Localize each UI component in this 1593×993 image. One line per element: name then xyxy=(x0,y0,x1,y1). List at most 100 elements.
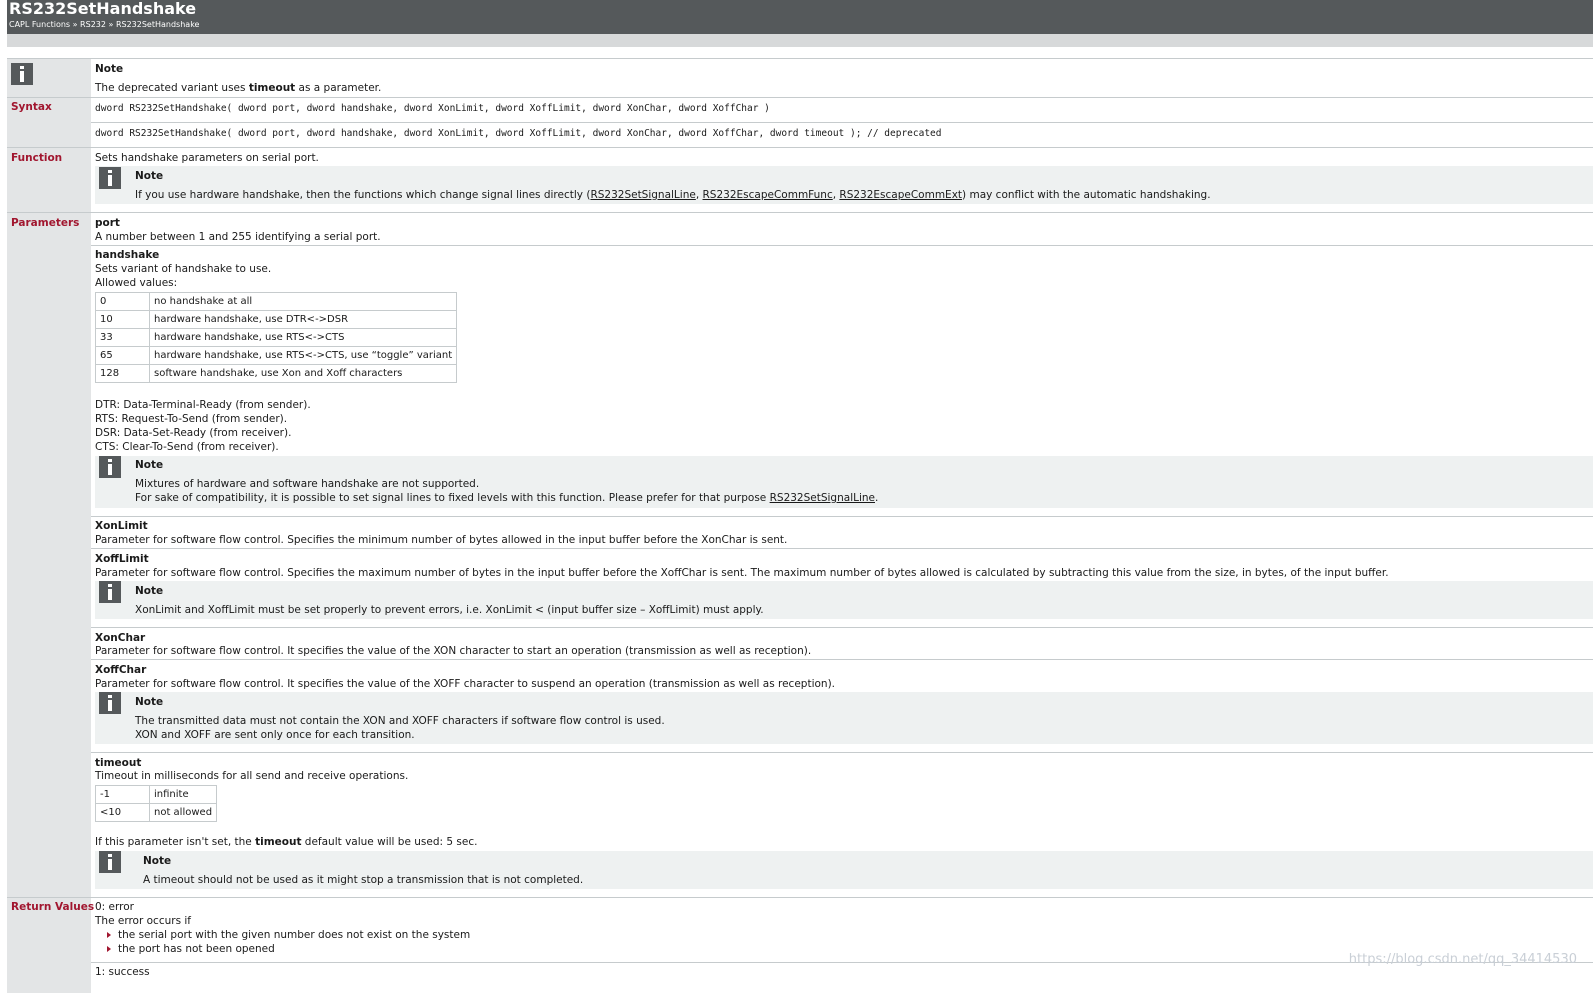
divider xyxy=(91,122,1593,123)
table-row: 0 no handshake at all xyxy=(95,292,458,311)
note-title: Note xyxy=(135,459,164,471)
bullet-icon xyxy=(107,946,111,952)
syntax-line-deprecated: dword RS232SetHandshake( dword port, dwo… xyxy=(95,128,942,139)
param-name-handshake: handshake xyxy=(95,249,160,261)
table-cell-meaning: infinite xyxy=(148,785,218,804)
table-row: <10 not allowed xyxy=(95,803,218,822)
divider xyxy=(7,212,1593,213)
syntax-line: dword RS232SetHandshake( dword port, dwo… xyxy=(95,103,770,114)
table-cell-value: <10 xyxy=(95,803,150,822)
table-cell-meaning: hardware handshake, use DTR<->DSR xyxy=(148,310,458,329)
timeout-default-text: If this parameter isn't set, the timeout… xyxy=(95,836,478,848)
info-icon xyxy=(99,581,121,603)
section-label-syntax: Syntax xyxy=(11,101,52,113)
divider xyxy=(7,897,1593,898)
param-desc-xonchar: Parameter for software flow control. It … xyxy=(95,645,812,657)
info-icon xyxy=(11,63,33,85)
note-title: Note xyxy=(135,585,164,597)
note-title: Note xyxy=(143,855,172,867)
note-text: XonLimit and XoffLimit must be set prope… xyxy=(135,604,764,616)
info-icon xyxy=(99,456,121,478)
param-name-xofflimit: XoffLimit xyxy=(95,553,149,565)
param-name-port: port xyxy=(95,217,120,229)
table-cell-meaning: not allowed xyxy=(148,803,218,822)
function-description: Sets handshake parameters on serial port… xyxy=(95,152,319,164)
table-row: -1 infinite xyxy=(95,785,218,804)
divider xyxy=(7,147,1593,148)
param-name-xoffchar: XoffChar xyxy=(95,664,147,676)
table-cell-value: 0 xyxy=(95,292,150,311)
table-row: 128 software handshake, use Xon and Xoff … xyxy=(95,364,458,383)
return-error: 0: error xyxy=(95,901,134,913)
breadcrumb[interactable]: CAPL Functions » RS232 » RS232SetHandsha… xyxy=(9,20,199,30)
table-cell-meaning: hardware handshake, use RTS<->CTS xyxy=(148,328,458,347)
info-icon xyxy=(99,851,121,873)
note-text: XON and XOFF are sent only once for each… xyxy=(135,729,415,741)
note-text: The transmitted data must not contain th… xyxy=(135,715,665,727)
note-text: Mixtures of hardware and software handsh… xyxy=(135,478,480,490)
link-rs232setsignalline[interactable]: RS232SetSignalLine xyxy=(590,189,695,201)
allowed-values-label: Allowed values: xyxy=(95,277,178,289)
param-desc-xonlimit: Parameter for software flow control. Spe… xyxy=(95,534,788,546)
table-cell-value: 33 xyxy=(95,328,150,347)
table-row: 10 hardware handshake, use DTR<->DSR xyxy=(95,310,458,329)
return-error-occurs: The error occurs if xyxy=(95,915,191,927)
param-desc-timeout: Timeout in milliseconds for all send and… xyxy=(95,770,409,782)
divider xyxy=(7,58,1593,59)
label-column xyxy=(7,59,91,993)
page-title: RS232SetHandshake xyxy=(9,0,197,18)
watermark: https://blog.csdn.net/qq_34414530 xyxy=(1348,952,1577,967)
note-title: Note xyxy=(135,170,164,182)
link-rs232escapecommext[interactable]: RS232EscapeCommExt xyxy=(839,189,962,201)
divider xyxy=(91,245,1593,246)
divider xyxy=(91,548,1593,549)
page-header: RS232SetHandshake CAPL Functions » RS232… xyxy=(7,0,1593,34)
note-title: Note xyxy=(95,63,124,75)
table-cell-meaning: software handshake, use Xon and Xoff cha… xyxy=(148,364,458,383)
list-item: the serial port with the given number do… xyxy=(118,929,471,941)
list-item: the port has not been opened xyxy=(118,943,275,955)
header-subbar xyxy=(7,34,1593,47)
table-cell-value: 128 xyxy=(95,364,150,383)
divider xyxy=(91,516,1593,517)
note-text: For sake of compatibility, it is possibl… xyxy=(135,492,879,504)
divider xyxy=(91,752,1593,753)
section-label-function: Function xyxy=(11,152,63,164)
note-box: Note A timeout should not be used as it … xyxy=(95,851,1593,889)
abbreviation-line: DSR: Data-Set-Ready (from receiver). xyxy=(95,427,292,439)
table-cell-value: 65 xyxy=(95,346,150,365)
table-row: 65 hardware handshake, use RTS<->CTS, use… xyxy=(95,346,458,365)
note-title: Note xyxy=(135,696,164,708)
param-desc-port: A number between 1 and 255 identifying a… xyxy=(95,231,381,243)
abbreviation-line: DTR: Data-Terminal-Ready (from sender). xyxy=(95,399,311,411)
note-box: Note XonLimit and XoffLimit must be set … xyxy=(95,581,1593,619)
note-text: If you use hardware handshake, then the … xyxy=(135,189,1211,201)
param-desc-xoffchar: Parameter for software flow control. It … xyxy=(95,678,835,690)
table-cell-meaning: no handshake at all xyxy=(148,292,458,311)
note-box: Note The transmitted data must not conta… xyxy=(95,692,1593,744)
param-name-xonlimit: XonLimit xyxy=(95,520,148,532)
divider xyxy=(91,659,1593,660)
info-icon xyxy=(99,167,121,189)
note-text: The deprecated variant uses timeout as a… xyxy=(95,82,382,94)
link-rs232escapecommfunc[interactable]: RS232EscapeCommFunc xyxy=(703,189,833,201)
section-label-return-values: Return Values xyxy=(11,901,95,913)
param-name-timeout: timeout xyxy=(95,757,142,769)
bullet-icon xyxy=(107,932,111,938)
link-rs232setsignalline[interactable]: RS232SetSignalLine xyxy=(770,492,875,504)
note-box: Note Mixtures of hardware and software h… xyxy=(95,456,1593,508)
table-cell-meaning: hardware handshake, use RTS<->CTS, use “… xyxy=(148,346,458,365)
divider xyxy=(91,627,1593,628)
param-desc-xofflimit: Parameter for software flow control. Spe… xyxy=(95,567,1389,579)
divider xyxy=(7,97,1593,98)
note-box: Note If you use hardware handshake, then… xyxy=(95,166,1593,204)
section-label-parameters: Parameters xyxy=(11,217,80,229)
table-row: 33 hardware handshake, use RTS<->CTS xyxy=(95,328,458,347)
return-success: 1: success xyxy=(95,966,150,978)
param-desc-handshake: Sets variant of handshake to use. xyxy=(95,263,272,275)
abbreviation-line: CTS: Clear-To-Send (from receiver). xyxy=(95,441,279,453)
info-icon xyxy=(99,692,121,714)
table-cell-value: 10 xyxy=(95,310,150,329)
param-name-xonchar: XonChar xyxy=(95,632,146,644)
handshake-values-table: 0 no handshake at all 10 hardware handshak… xyxy=(95,292,458,383)
